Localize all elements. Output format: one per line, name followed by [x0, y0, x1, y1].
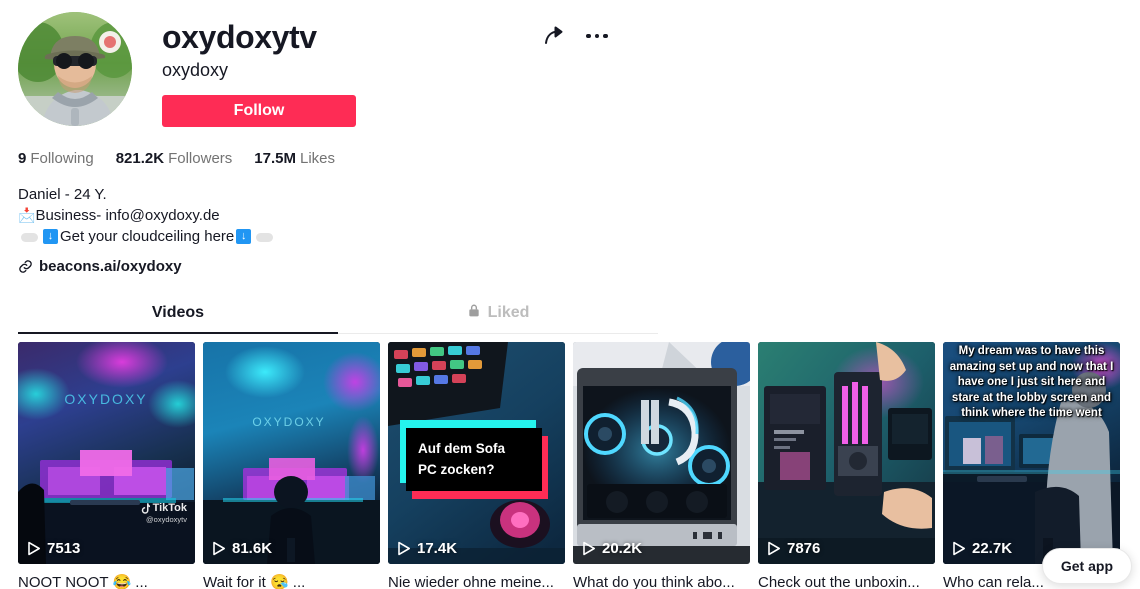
bio-line-1: Daniel - 24 Y. [18, 184, 1140, 205]
video-caption: Wait for it 😪 ... [203, 574, 306, 589]
profile-actions [542, 24, 608, 48]
share-arrow-glyph [545, 26, 563, 44]
download-arrow-icon-left: ↓ [43, 229, 58, 244]
envelope-icon: 📩 [18, 207, 36, 223]
video-text-overlay: Auf dem Sofa PC zocken? [400, 420, 548, 499]
video-view-count: 20.2K [582, 540, 642, 557]
play-icon [213, 541, 225, 556]
lock-icon [467, 303, 481, 323]
tiktok-profile-page: oxydoxytv oxydoxy Follow 9 Following 821… [0, 0, 1140, 589]
video-view-count-text: 81.6K [232, 540, 273, 557]
video-view-count: 22.7K [952, 540, 1012, 557]
stat-following-label: Following [30, 150, 94, 167]
stat-likes[interactable]: 17.5M Likes [254, 150, 335, 167]
video-card[interactable]: OXYDOXY 81.6K Wait for it 😪 ... [203, 342, 380, 589]
bio-line-2: 📩 Business- info@oxydoxy.de [18, 205, 1140, 226]
share-arrow-icon[interactable] [542, 24, 566, 48]
tab-videos-label: Videos [151, 304, 205, 321]
video-thumbnail[interactable]: Auf dem Sofa PC zocken? 17.4K [388, 342, 565, 564]
play-icon [953, 541, 965, 556]
video-card[interactable]: 20.2K What do you think abo... [573, 342, 750, 589]
tab-liked[interactable]: Liked [338, 295, 658, 333]
overlay-line-2: PC zocken? [418, 462, 495, 477]
video-grid: OXYDOXY TikTok @oxydoxytv 7513 NOOT NOOT… [18, 342, 1140, 589]
profile-bio: Daniel - 24 Y. 📩 Business- info@oxydoxy.d… [18, 184, 1140, 247]
get-app-button[interactable]: Get app [1041, 548, 1132, 584]
more-options-icon[interactable] [586, 33, 608, 39]
overlay-line-1: Auf dem Sofa [418, 441, 506, 456]
tab-liked-label: Liked [487, 304, 530, 321]
page-title: oxydoxytv [162, 19, 317, 55]
follow-button[interactable]: Follow [162, 95, 356, 127]
bio-name-age: Daniel - 24 Y. [18, 186, 107, 203]
video-thumbnail[interactable]: OXYDOXY 81.6K [203, 342, 380, 564]
link-icon [19, 260, 32, 273]
profile-nickname: oxydoxy [162, 60, 229, 80]
tiktok-watermark-text: TikTok [152, 502, 187, 514]
video-view-count: 81.6K [212, 540, 272, 557]
cloud-icon-left [21, 233, 38, 242]
thumbnail-art-blue-cloud-ceiling-setup: OXYDOXY [203, 342, 380, 564]
thumbnail-art-neon-purple-setup: OXYDOXY [18, 342, 195, 564]
stat-followers-value: 821.2K [115, 150, 165, 167]
video-card[interactable]: Auf dem Sofa PC zocken? 17.4K Nie wieder… [388, 342, 565, 589]
video-caption: Check out the unboxin... [758, 574, 920, 589]
stat-followers-label: Followers [168, 150, 233, 167]
play-icon [28, 541, 40, 556]
lock-glyph [468, 304, 479, 317]
video-view-count-text: 7513 [47, 540, 81, 557]
video-view-count: 7876 [767, 540, 820, 557]
bio-link-text: beacons.ai/oxydoxy [39, 258, 182, 275]
avatar-image [18, 12, 132, 126]
thumbnail-art-pc-build-blue-rgb [573, 342, 750, 564]
cloud-icon-right [256, 233, 274, 242]
video-thumbnail[interactable]: My dream was to have this amazing set up… [943, 342, 1120, 564]
video-thumbnail[interactable]: 20.2K [573, 342, 750, 564]
avatar[interactable] [18, 12, 132, 126]
overlay-text-box: Auf dem Sofa PC zocken? [406, 428, 542, 491]
thumbnail-art-gpu-unboxing-purple [758, 342, 935, 564]
profile-identity: oxydoxytv oxydoxy Follow [162, 12, 608, 127]
profile-stats: 9 Following 821.2K Followers 17.5M Likes [18, 150, 1140, 167]
video-view-count: 7513 [27, 540, 80, 557]
bio-cloudceiling-text: Get your cloudceiling here [60, 228, 235, 245]
bio-link[interactable]: beacons.ai/oxydoxy [18, 258, 1140, 275]
tiktok-note-icon [141, 502, 150, 514]
more-dots-glyph [586, 33, 608, 39]
stat-likes-value: 17.5M [254, 150, 296, 167]
video-caption: Nie wieder ohne meine... [388, 574, 554, 589]
video-card[interactable]: 7876 Check out the unboxin... [758, 342, 935, 589]
video-caption: NOOT NOOT 😂 ... [18, 574, 148, 589]
play-icon [583, 541, 595, 556]
video-view-count: 17.4K [397, 540, 457, 557]
stat-likes-label: Likes [299, 150, 336, 167]
play-icon [398, 541, 410, 556]
stat-following-value: 9 [18, 150, 27, 167]
profile-header: oxydoxytv oxydoxy Follow [0, 0, 1140, 127]
download-arrow-icon-right: ↓ [236, 229, 252, 244]
stat-following[interactable]: 9 Following [18, 150, 94, 167]
video-thumbnail[interactable]: OXYDOXY TikTok @oxydoxytv 7513 [18, 342, 195, 564]
video-card[interactable]: OXYDOXY TikTok @oxydoxytv 7513 NOOT NOOT… [18, 342, 195, 589]
tiktok-watermark-handle: @oxydoxytv [146, 515, 187, 524]
bio-business-email: Business- info@oxydoxy.de [35, 207, 220, 224]
tab-videos[interactable]: Videos [18, 295, 338, 334]
play-icon [768, 541, 780, 556]
svg-text:OXYDOXY: OXYDOXY [64, 391, 147, 407]
bio-line-3: ↓ Get your cloudceiling here ↓ [18, 226, 1140, 247]
video-view-count-text: 22.7K [972, 540, 1013, 557]
video-text-overlay: My dream was to have this amazing set up… [949, 345, 1114, 419]
video-view-count-text: 7876 [787, 540, 821, 557]
stat-followers[interactable]: 821.2K Followers [116, 150, 233, 167]
video-view-count-text: 20.2K [602, 540, 643, 557]
tiktok-watermark-brand: TikTok [141, 502, 187, 514]
video-thumbnail[interactable]: 7876 [758, 342, 935, 564]
video-caption: What do you think abo... [573, 574, 735, 589]
video-view-count-text: 17.4K [417, 540, 458, 557]
tiktok-watermark: TikTok @oxydoxytv [141, 502, 187, 524]
svg-text:OXYDOXY: OXYDOXY [252, 415, 325, 429]
profile-tabs: Videos Liked [18, 295, 658, 334]
